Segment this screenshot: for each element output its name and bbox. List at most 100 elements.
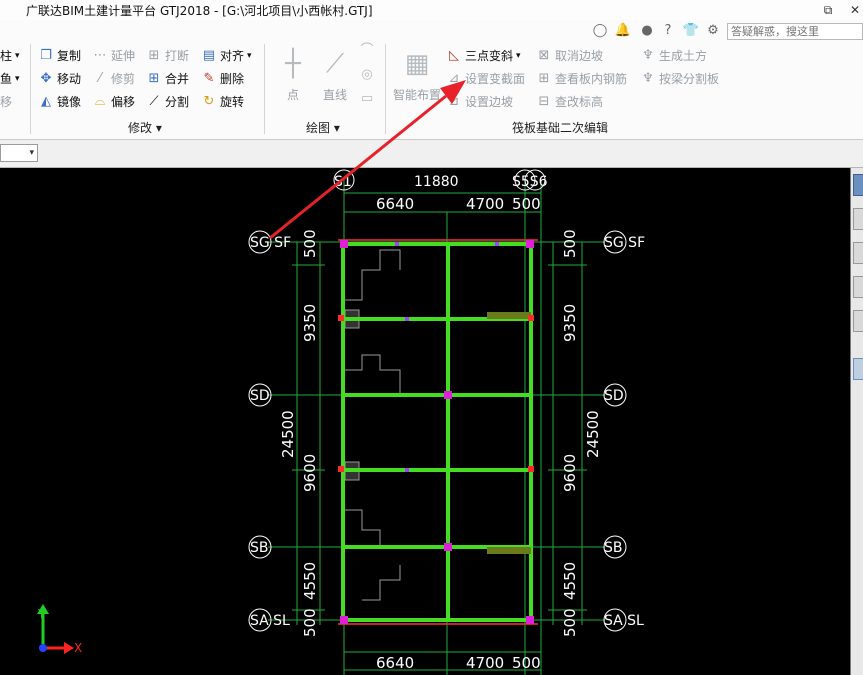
split-button[interactable]: ⟋ 分割 bbox=[146, 92, 189, 112]
dim-right-3: 9600 bbox=[561, 454, 579, 492]
floor-dropdown[interactable]: ▾ bbox=[0, 144, 38, 162]
rotate-button[interactable]: ↻ 旋转 bbox=[201, 92, 244, 112]
move-icon: ✥ bbox=[40, 71, 52, 86]
close-button[interactable]: ✕ bbox=[838, 0, 863, 20]
break-button[interactable]: ⊞ 打断 bbox=[146, 46, 189, 66]
search-input[interactable] bbox=[727, 23, 863, 40]
rotate-icon: ↻ bbox=[203, 94, 215, 109]
axis-top-total: 11880 bbox=[414, 174, 459, 190]
dim-right-2: 9350 bbox=[561, 304, 579, 342]
shirt-icon[interactable]: 👕 bbox=[682, 22, 700, 40]
merge-label: 合并 bbox=[165, 72, 190, 86]
dim-left-3: 9600 bbox=[301, 454, 319, 492]
left-item-1[interactable]: 柱 ▾ bbox=[0, 46, 20, 66]
extend-button[interactable]: ⋯ 延伸 bbox=[92, 46, 136, 66]
extend-icon: ⋯ bbox=[93, 48, 107, 63]
side-tab[interactable] bbox=[853, 276, 863, 298]
trim-label: 修剪 bbox=[111, 72, 136, 86]
dim-bottom-2: 4700 bbox=[466, 654, 504, 672]
generate-earthwork-label: 生成土方 bbox=[659, 49, 708, 63]
trim-button[interactable]: ⁄ 修剪 bbox=[92, 69, 135, 89]
copy-icon: ❐ bbox=[40, 48, 52, 63]
slope-icon: ◺ bbox=[449, 48, 459, 63]
cancel-edge-slope-label: 取消边坡 bbox=[555, 49, 604, 63]
view-rebar-label: 查看板内钢筋 bbox=[555, 72, 628, 86]
axis-left-sg: SG SF bbox=[250, 235, 291, 251]
align-icon: ▤ bbox=[202, 48, 216, 63]
axis-x-label: X bbox=[74, 641, 82, 655]
grid-icon: ▦ bbox=[404, 49, 430, 79]
side-tab[interactable] bbox=[853, 310, 863, 332]
three-point-slope-button[interactable]: ◺ 三点变斜 ▾ bbox=[446, 46, 521, 66]
axis-right-sb: SB bbox=[604, 540, 623, 556]
generate-earthwork-button[interactable]: ♆ 生成土方 bbox=[640, 46, 707, 66]
side-tab[interactable] bbox=[853, 174, 863, 196]
raft-group-label: 筏板基础二次编辑 bbox=[512, 119, 608, 136]
modify-elevation-label: 查改标高 bbox=[555, 95, 604, 109]
axis-left-sd: SD bbox=[250, 388, 270, 404]
dim-bottom-3: 500 bbox=[512, 654, 541, 672]
merge-button[interactable]: ⊞ 合并 bbox=[146, 69, 189, 89]
plan-drawing: S1 11880 S5S6 SG SF SD SB SA SL SG SF SD… bbox=[37, 169, 645, 675]
arc-icon[interactable]: ⌒ bbox=[358, 42, 376, 60]
side-panel[interactable] bbox=[850, 168, 863, 675]
line-label: 直线 bbox=[322, 88, 347, 102]
axis-top-s1: S1 bbox=[334, 174, 352, 190]
left-item-3[interactable]: 移 bbox=[0, 92, 12, 112]
set-edge-slope-label: 设置边坡 bbox=[465, 95, 514, 109]
set-edge-slope-button[interactable]: ⊿ 设置边坡 bbox=[446, 92, 513, 112]
delete-button[interactable]: ✎ 删除 bbox=[201, 69, 244, 89]
circle-icon[interactable]: ◎ bbox=[358, 66, 376, 84]
split-icon: ⟋ bbox=[149, 94, 159, 109]
ribbon: ◯ 🔔 ● ? 👕 ⚙ 柱▾ 鱼▾ 移 ❐ 复制 ⋯ 延伸 ⊞打断 ▤对齐▾ ✥移动… bbox=[0, 20, 863, 140]
draw-group-label[interactable]: 绘图 ▾ bbox=[306, 119, 340, 136]
chat-icon[interactable]: ● bbox=[638, 22, 656, 40]
view-rebar-button[interactable]: ⊞ 查看板内钢筋 bbox=[536, 69, 627, 89]
modify-group-text: 修改 bbox=[128, 121, 153, 135]
move-button[interactable]: ✥ 移动 bbox=[38, 69, 81, 89]
offset-button[interactable]: ⌓ 偏移 bbox=[92, 92, 135, 112]
left-item-2[interactable]: 鱼 ▾ bbox=[0, 69, 20, 89]
help-icon[interactable]: ? bbox=[659, 22, 677, 40]
mirror-button[interactable]: ◭ 镜像 bbox=[38, 92, 81, 112]
point-tool[interactable]: ┼ 点 bbox=[270, 42, 316, 103]
set-variable-section-button[interactable]: ⊿ 设置变截面 bbox=[446, 69, 525, 89]
group-separator bbox=[30, 44, 31, 134]
side-tab[interactable] bbox=[853, 242, 863, 264]
axis-right-sg: SG SF bbox=[604, 235, 645, 251]
dim-top-3: 500 bbox=[512, 195, 541, 213]
axis-right-sd: SD bbox=[604, 388, 624, 404]
modify-group-label[interactable]: 修改 ▾ bbox=[128, 119, 162, 136]
person-icon[interactable]: ◯ bbox=[591, 22, 609, 40]
axis-right-sa: SA SL bbox=[604, 613, 644, 629]
raft-group-text: 筏板基础二次编辑 bbox=[512, 121, 609, 135]
modify-elevation-button[interactable]: ⊟ 查改标高 bbox=[536, 92, 603, 112]
app-window: 广联达BIM土建计量平台 GTJ2018 - [G:\河北项目\小西帐村.GTJ… bbox=[0, 0, 863, 675]
split-beam-icon: ♆ bbox=[642, 71, 654, 86]
edge-slope-icon: ⊿ bbox=[448, 94, 460, 109]
slab-strip bbox=[487, 312, 531, 319]
side-tab[interactable] bbox=[853, 208, 863, 230]
cancel-edge-slope-button[interactable]: ⊠ 取消边坡 bbox=[536, 46, 603, 66]
line-tool[interactable]: ⟋ 直线 bbox=[312, 42, 358, 103]
align-button[interactable]: ▤ 对齐 ▾ bbox=[201, 46, 252, 66]
copy-label: 复制 bbox=[57, 49, 82, 63]
bell-icon[interactable]: 🔔 bbox=[614, 22, 632, 40]
extend-label: 延伸 bbox=[111, 49, 136, 63]
rebar-icon: ⊞ bbox=[538, 71, 550, 86]
settings-icon[interactable]: ⚙ bbox=[704, 22, 722, 40]
split-by-beam-button[interactable]: ♆ 按梁分割板 bbox=[640, 69, 719, 89]
drawing-canvas[interactable]: S1 11880 S5S6 SG SF SD SB SA SL SG SF SD… bbox=[0, 168, 863, 675]
copy-button[interactable]: ❐ 复制 bbox=[38, 46, 81, 66]
mirror-label: 镜像 bbox=[57, 95, 82, 109]
merge-icon: ⊞ bbox=[148, 71, 160, 86]
slab-strip bbox=[487, 547, 531, 554]
dim-left-4: 4550 bbox=[301, 562, 319, 600]
rect-icon[interactable]: ▭ bbox=[358, 90, 376, 108]
left-item-1-label: 柱 bbox=[0, 49, 13, 63]
group-separator bbox=[385, 44, 386, 134]
smart-layout-tool[interactable]: ▦ 智能布置 bbox=[391, 42, 443, 103]
elevation-icon: ⊟ bbox=[538, 94, 550, 109]
side-tab[interactable] bbox=[853, 358, 863, 380]
title-bar: 广联达BIM土建计量平台 GTJ2018 - [G:\河北项目\小西帐村.GTJ… bbox=[0, 0, 863, 20]
